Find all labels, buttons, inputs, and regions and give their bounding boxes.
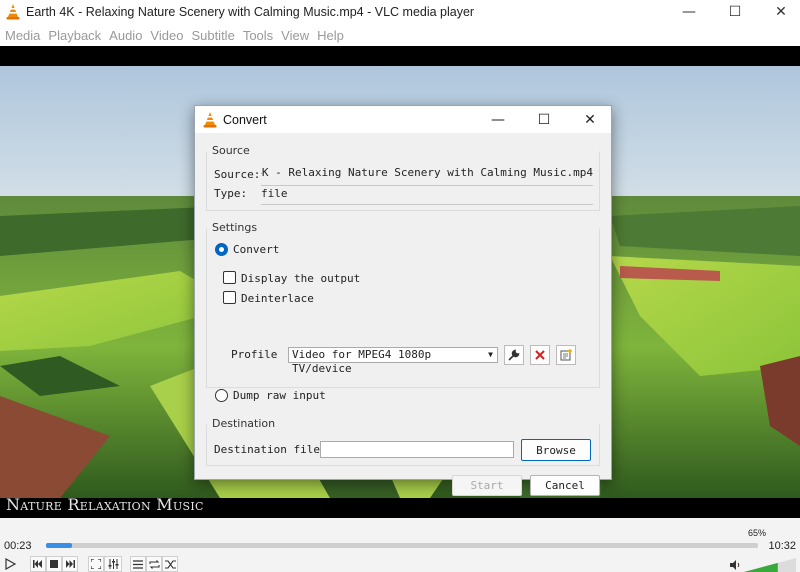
browse-button[interactable]: Browse [521,439,591,461]
convert-dialog: Convert — ☐ ✕ Source Source: Earth 4K - … [194,105,612,496]
equalizer-icon [108,559,118,569]
destination-file-label: Destination file: [214,443,327,456]
menu-audio[interactable]: Audio [109,28,142,43]
dialog-body: Source Source: Earth 4K - Relaxing Natur… [195,133,611,496]
source-label: Source: [214,168,261,181]
destination-file-input[interactable] [320,441,514,458]
menu-subtitle[interactable]: Subtitle [191,28,234,43]
convert-radio[interactable] [215,243,228,256]
start-button[interactable]: Start [452,475,522,496]
playlist-button[interactable] [130,556,146,572]
type-label: Type: [214,187,248,200]
dialog-minimize-button[interactable]: — [475,106,521,133]
type-value: file [261,187,288,200]
dump-raw-radio[interactable] [215,389,228,402]
extended-settings-button[interactable] [104,556,122,572]
next-icon [66,560,75,568]
menu-media[interactable]: Media [5,28,40,43]
fullscreen-icon [91,559,101,569]
dialog-close-button[interactable]: ✕ [567,106,613,133]
dialog-title-bar: Convert — ☐ ✕ [195,106,611,133]
loop-button[interactable] [146,556,162,572]
menu-video[interactable]: Video [150,28,183,43]
volume-slider[interactable] [744,558,796,572]
close-button[interactable]: ✕ [758,0,800,24]
shuffle-button[interactable] [162,556,178,572]
source-value: Earth 4K - Relaxing Nature Scenery with … [261,166,593,179]
menu-playback[interactable]: Playback [48,28,101,43]
next-button[interactable] [62,556,78,572]
maximize-button[interactable]: ☐ [712,0,758,24]
deinterlace-checkbox[interactable] [223,291,236,304]
seek-bar[interactable] [46,543,758,548]
edit-profile-button[interactable] [504,345,524,365]
previous-button[interactable] [30,556,46,572]
deinterlace-label: Deinterlace [241,292,314,305]
new-profile-button[interactable] [556,345,576,365]
delete-x-icon [535,350,545,360]
stop-icon [50,560,58,568]
volume-percent: 65% [748,528,767,538]
cancel-button[interactable]: Cancel [530,475,600,496]
minimize-button[interactable]: — [666,0,712,24]
dump-raw-label: Dump raw input [233,389,326,402]
dialog-maximize-button[interactable]: ☐ [521,106,567,133]
display-output-checkbox[interactable] [223,271,236,284]
title-bar: Earth 4K - Relaxing Nature Scenery with … [0,0,800,24]
speaker-icon[interactable] [730,560,741,570]
play-icon [5,558,16,570]
source-separator [261,185,593,186]
previous-icon [33,560,42,568]
dialog-title: Convert [223,112,267,127]
menu-help[interactable]: Help [317,28,344,43]
new-profile-icon [560,349,572,361]
menu-tools[interactable]: Tools [243,28,273,43]
loop-icon [148,559,160,569]
seek-progress [46,543,72,548]
player-controls: 00:23 10:32 [0,518,800,572]
fullscreen-button[interactable] [88,556,104,572]
menu-view[interactable]: View [281,28,309,43]
play-button[interactable] [0,556,20,572]
type-separator [261,204,593,205]
chevron-down-icon: ▼ [488,350,493,359]
vlc-cone-icon [6,4,20,20]
convert-label: Convert [233,243,280,256]
profile-label: Profile [231,348,278,361]
playlist-icon [133,559,143,569]
shuffle-icon [164,559,176,569]
total-time: 10:32 [768,540,796,552]
menu-bar: Media Playback Audio Video Subtitle Tool… [0,24,800,46]
vlc-cone-icon [203,111,217,127]
delete-profile-button[interactable] [530,345,550,365]
wrench-icon [508,349,520,361]
display-output-label: Display the output [241,272,361,285]
window-title: Earth 4K - Relaxing Nature Scenery with … [26,5,475,19]
elapsed-time: 00:23 [4,540,32,552]
stop-button[interactable] [46,556,62,572]
profile-select[interactable]: Video for MPEG4 1080p TV/device ▼ [288,347,498,375]
video-watermark: Nature Relaxation Music [6,495,204,514]
